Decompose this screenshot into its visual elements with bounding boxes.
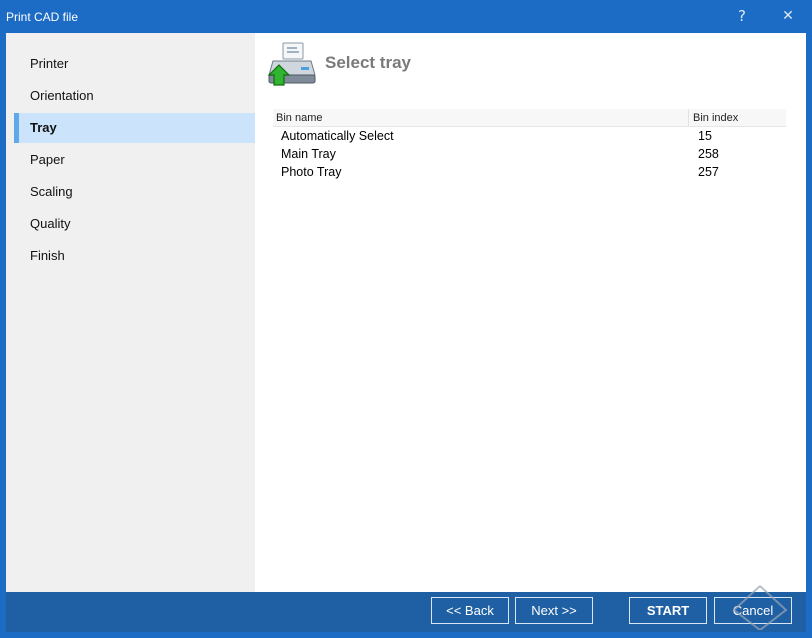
bin-name-cell: Photo Tray — [281, 165, 342, 179]
help-button[interactable]: ? — [724, 0, 760, 33]
column-header-bin-name[interactable]: Bin name — [276, 112, 322, 124]
next-button[interactable]: Next >> — [515, 597, 593, 624]
bin-index-cell: 258 — [698, 147, 719, 161]
sidebar-item-finish[interactable]: Finish — [14, 241, 255, 271]
table-row[interactable]: Photo Tray 257 — [273, 163, 786, 181]
close-button[interactable]: ✕ — [770, 0, 806, 33]
table-row[interactable]: Main Tray 258 — [273, 145, 786, 163]
dialog-frame: Printer Orientation Tray Paper Scaling Q… — [6, 33, 806, 632]
bin-index-cell: 15 — [698, 129, 712, 143]
window-title: Print CAD file — [6, 10, 79, 24]
main-panel: Select tray Bin name Bin index Automatic… — [255, 33, 806, 592]
table-row[interactable]: Automatically Select 15 — [273, 127, 786, 145]
start-button[interactable]: START — [629, 597, 707, 624]
sidebar: Printer Orientation Tray Paper Scaling Q… — [6, 33, 255, 592]
bin-name-cell: Main Tray — [281, 147, 336, 161]
table-header: Bin name Bin index — [273, 109, 786, 127]
title-bar: Print CAD file ? ✕ — [0, 0, 812, 33]
page-title: Select tray — [325, 53, 411, 72]
column-separator — [688, 109, 689, 127]
sidebar-item-paper[interactable]: Paper — [14, 145, 255, 175]
sidebar-item-printer[interactable]: Printer — [14, 49, 255, 79]
back-button[interactable]: << Back — [431, 597, 509, 624]
button-bar: << Back Next >> START Cancel — [6, 592, 806, 632]
printer-tray-icon — [267, 42, 316, 86]
tray-table: Bin name Bin index Automatically Select … — [273, 109, 786, 181]
watermark-logo-icon — [726, 516, 794, 630]
bin-index-cell: 257 — [698, 165, 719, 179]
sidebar-item-quality[interactable]: Quality — [14, 209, 255, 239]
bin-name-cell: Automatically Select — [281, 129, 394, 143]
column-header-bin-index[interactable]: Bin index — [693, 112, 738, 124]
sidebar-item-tray[interactable]: Tray — [14, 113, 255, 143]
sidebar-item-orientation[interactable]: Orientation — [14, 81, 255, 111]
sidebar-item-scaling[interactable]: Scaling — [14, 177, 255, 207]
